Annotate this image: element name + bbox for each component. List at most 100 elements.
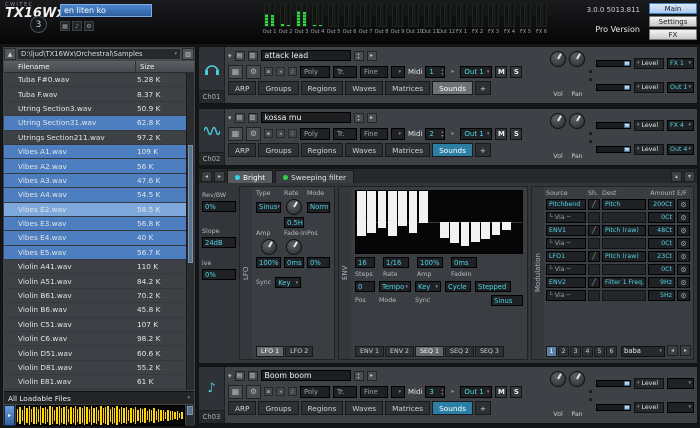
main-button[interactable]: Main — [649, 3, 697, 14]
seq-tab-1[interactable]: SEQ 1 — [415, 346, 444, 357]
program-menu-icon[interactable]: ▸ — [367, 51, 377, 61]
program-name-field[interactable]: kossa mu — [261, 112, 351, 123]
midi-in-icon[interactable]: ▪ — [264, 387, 273, 396]
strip-tab-groups[interactable]: Groups — [258, 81, 298, 95]
midi-channel-spinner[interactable]: 3▴▾ — [425, 386, 445, 398]
tab-scroll-left-icon[interactable]: ◂ — [201, 171, 212, 182]
edit-program-icon[interactable]: ▧ — [248, 51, 258, 61]
lfo-amp-knob[interactable] — [261, 239, 277, 255]
mod-source-select[interactable]: ENV2 — [546, 277, 586, 288]
mod-settings-gear-icon[interactable]: ⚙ — [677, 238, 690, 249]
file-row[interactable]: Vibes A1.wav109 K — [4, 145, 188, 159]
transpose-field[interactable]: Tr. — [333, 128, 357, 140]
file-row[interactable]: Violin D51.wav60.6 K — [4, 346, 188, 360]
mod-amount-field[interactable]: 0Ct — [648, 212, 675, 223]
slope-field[interactable]: 24dB — [202, 237, 236, 248]
filename-column-header[interactable]: Filename — [4, 61, 136, 72]
file-filter-select[interactable]: All Loadable Files▾ — [4, 391, 194, 404]
mod-settings-gear-icon[interactable]: ⚙ — [677, 212, 690, 223]
mod-page-name-select[interactable]: baba▾ — [621, 346, 665, 357]
seq-step-bar[interactable] — [357, 191, 366, 236]
seq-fadein-field[interactable]: 0ms — [451, 257, 477, 268]
seq-step-bar[interactable] — [398, 191, 407, 226]
env-tab-2[interactable]: ENV 2 — [385, 346, 414, 357]
output-level-select[interactable]: ▾Level — [634, 82, 664, 93]
seq-pos-field[interactable]: 0 — [355, 281, 375, 292]
strip-tab-arp[interactable]: ARP — [228, 401, 256, 415]
seq-step-bar[interactable] — [492, 222, 501, 235]
file-row[interactable]: Tuba F.wav8.37 K — [4, 87, 188, 101]
mute-led[interactable] — [588, 69, 593, 74]
sample-icon[interactable]: ♪ — [288, 67, 297, 76]
lfo-mode-select[interactable]: Normal▾ — [307, 202, 330, 213]
midi-out-select[interactable]: Out 1▾ — [460, 386, 492, 398]
mod-dest-select[interactable] — [602, 238, 646, 249]
lfo-tab-1[interactable]: LFO 1 — [256, 346, 284, 357]
pan-knob[interactable] — [569, 113, 585, 129]
collapse-caret-icon[interactable]: ▾ — [228, 372, 232, 380]
edit-program-icon[interactable]: ▧ — [248, 113, 258, 123]
tab-scroll-right-icon[interactable]: ▸ — [214, 171, 225, 182]
send-level-select[interactable]: ▾Level — [634, 58, 664, 69]
edit-program-icon[interactable]: ▧ — [248, 371, 258, 381]
mod-page-button[interactable]: 5 — [594, 346, 605, 357]
browser-menu-button[interactable]: ▥ — [182, 48, 194, 60]
file-list-scrollbar[interactable] — [186, 73, 194, 390]
file-row[interactable]: Vibes A4.wav54.5 K — [4, 188, 188, 202]
seq-step-bar[interactable] — [502, 222, 511, 230]
mod-amount-field[interactable]: 23Ct — [648, 251, 675, 262]
mod-shape-icon[interactable]: ╱ — [588, 251, 600, 262]
mute-button[interactable]: M — [495, 386, 507, 398]
lfo-fadein-value[interactable]: 0ms — [284, 257, 304, 268]
strip-tab-regions[interactable]: Regions — [301, 143, 344, 157]
sample-icon[interactable]: ♪ — [288, 387, 297, 396]
editor-down-icon[interactable]: ▾ — [684, 171, 695, 182]
keyboard-icon[interactable]: ▦ — [228, 65, 243, 79]
lfo-tab-2[interactable]: LFO 2 — [285, 346, 313, 357]
editor-tab-sweeping-filter[interactable]: Sweeping filter — [275, 170, 354, 183]
tools-icon[interactable]: ⚙ — [246, 385, 261, 399]
mod-shape-icon[interactable] — [588, 290, 600, 301]
file-row[interactable]: Violin B6.wav45.8 K — [4, 303, 188, 317]
audio-icon[interactable]: ◂ — [276, 129, 285, 138]
mod-page-button[interactable]: 6 — [606, 346, 617, 357]
mod-shape-icon[interactable]: ╱ — [588, 199, 600, 210]
mod-amount-field[interactable]: 9Hz — [648, 277, 675, 288]
mod-shape-icon[interactable] — [588, 264, 600, 275]
mod-amount-field[interactable]: 0Ct — [648, 238, 675, 249]
keyboard-icon[interactable]: ▦ — [228, 385, 243, 399]
mod-page-button[interactable]: 1 — [546, 346, 557, 357]
mod-dest-select[interactable] — [602, 212, 646, 223]
seq-steps-field[interactable]: 16 — [355, 257, 375, 268]
tools-icon[interactable]: ⚙ — [246, 65, 261, 79]
file-row[interactable]: Violin C51.wav107 K — [4, 318, 188, 332]
fine-tune-field[interactable]: Fine — [360, 386, 388, 398]
sample-icon[interactable]: ♪ — [288, 129, 297, 138]
mod-source-select[interactable]: Pitchbend — [546, 199, 586, 210]
waveform-scrollbar[interactable] — [186, 405, 194, 426]
program-spinner[interactable]: ▴▾ — [354, 371, 364, 381]
file-row[interactable]: Violin A41.wav110 K — [4, 260, 188, 274]
program-name-field[interactable]: attack lead — [261, 50, 351, 61]
slider-thumb[interactable] — [624, 61, 630, 66]
editor-up-icon[interactable]: ▴ — [671, 171, 682, 182]
settings-small-icon[interactable]: ⚙ — [84, 21, 94, 31]
file-row[interactable]: Vibes E5.wav56.7 K — [4, 246, 188, 260]
channel-type-icon[interactable]: ♪ — [199, 367, 224, 410]
program-name-field[interactable]: Boom boom — [261, 370, 351, 381]
mod-next-icon[interactable]: ▸ — [680, 345, 691, 356]
volume-knob[interactable] — [550, 113, 566, 129]
output-level-select[interactable]: ▾Level — [634, 402, 664, 413]
slider-thumb[interactable] — [624, 123, 630, 128]
solo-button[interactable]: S — [510, 128, 522, 140]
strip-tab-waves[interactable]: Waves — [345, 81, 383, 95]
seq-sync-select[interactable]: Key▾ — [415, 281, 441, 292]
midi-channel-spinner[interactable]: 2▴▾ — [425, 128, 445, 140]
strip-tab-matrices[interactable]: Matrices — [385, 401, 430, 415]
scrollbar-thumb[interactable] — [188, 145, 193, 263]
keyboard-small-icon[interactable]: ▦ — [60, 21, 70, 31]
volume-knob[interactable] — [550, 51, 566, 67]
seq-step-bar[interactable] — [471, 222, 480, 242]
midi-out-select[interactable]: Out 1▾ — [460, 128, 492, 140]
mod-shape-icon[interactable] — [588, 212, 600, 223]
